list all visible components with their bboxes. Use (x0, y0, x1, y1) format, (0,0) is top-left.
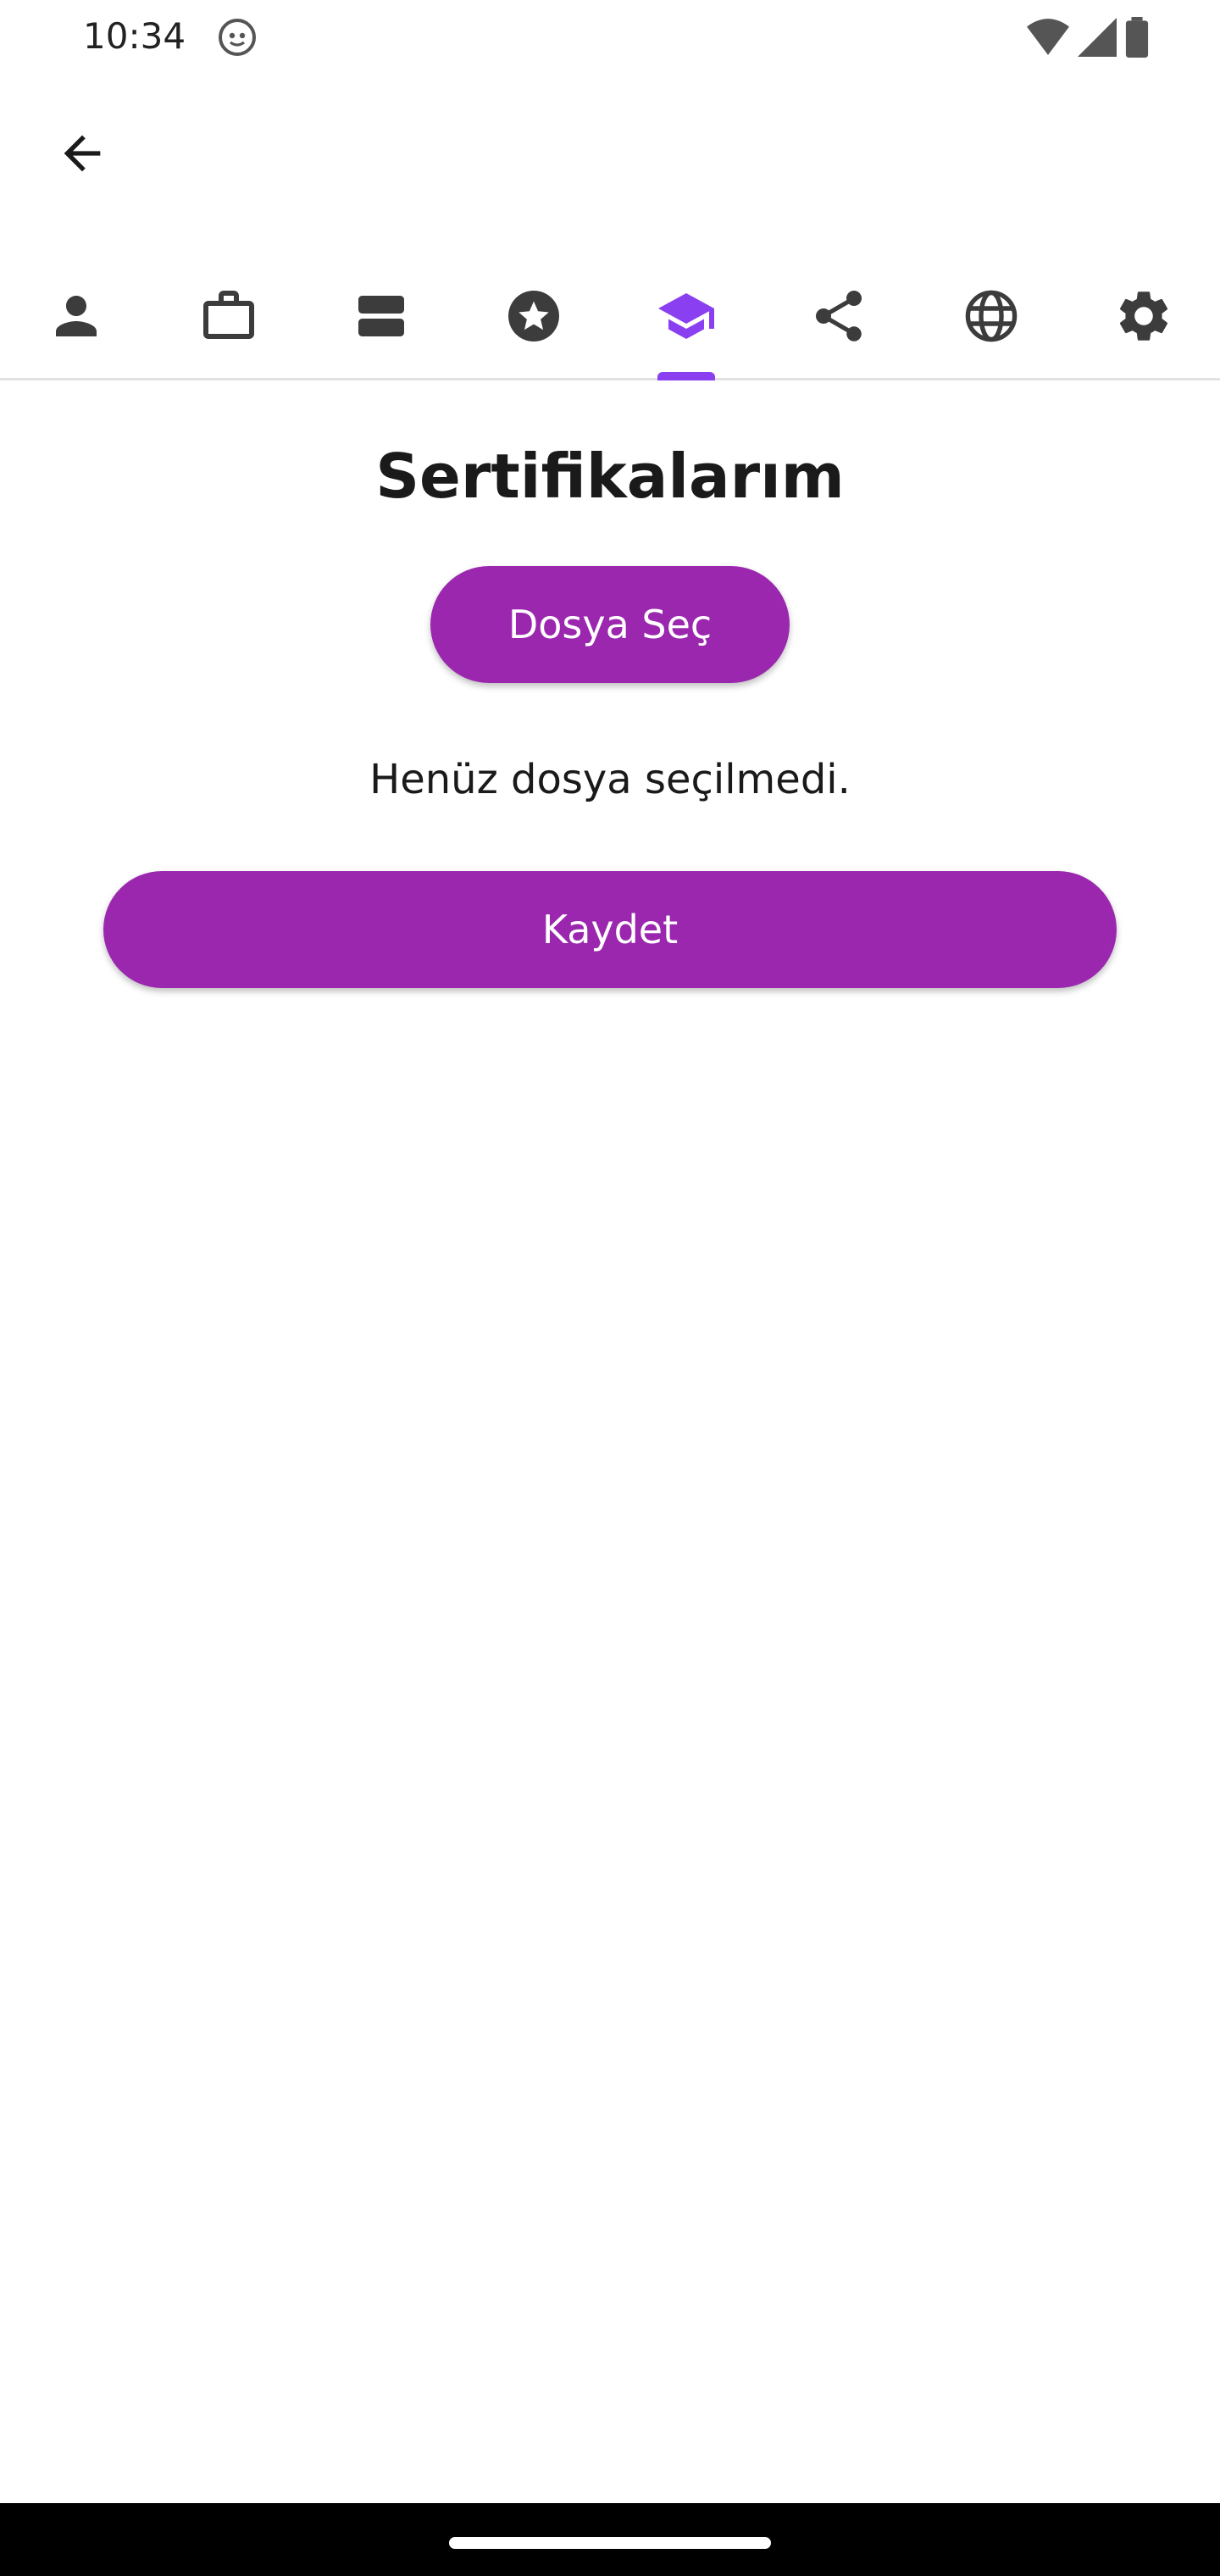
active-tab-indicator (657, 372, 715, 380)
wifi-icon (1027, 19, 1069, 55)
home-gesture-handle[interactable] (449, 2537, 771, 2549)
school-icon (658, 293, 714, 339)
back-button[interactable] (44, 115, 120, 192)
briefcase-icon (203, 291, 254, 339)
tab-certificates[interactable] (610, 254, 762, 380)
star-badge-icon (508, 291, 559, 341)
tab-experience[interactable] (152, 254, 305, 378)
tab-skills[interactable] (458, 254, 610, 378)
tab-list[interactable] (305, 254, 458, 378)
status-time: 10:34 (83, 15, 186, 57)
choose-file-button[interactable]: Dosya Seç (430, 566, 790, 683)
system-nav-bar (0, 2503, 1220, 2576)
list-view-icon (358, 296, 404, 336)
status-bar: 10:34 (0, 0, 1220, 75)
arrow-back-icon (64, 135, 101, 172)
person-icon (56, 296, 97, 336)
globe-icon (965, 290, 1018, 342)
tab-web[interactable] (915, 254, 1068, 378)
notification-cat-icon (219, 19, 256, 56)
tab-share[interactable] (762, 254, 915, 378)
cell-signal-icon (1078, 18, 1117, 57)
save-button[interactable]: Kaydet (103, 871, 1117, 988)
tab-profile[interactable] (0, 254, 152, 378)
share-icon (816, 291, 862, 341)
settings-icon (1119, 291, 1168, 341)
file-status-text: Henüz dosya seçilmedi. (369, 756, 851, 803)
tab-settings[interactable] (1068, 254, 1220, 378)
page-title: Sertifikalarım (375, 441, 845, 512)
profile-tabs (0, 254, 1220, 380)
battery-icon (1125, 17, 1149, 58)
